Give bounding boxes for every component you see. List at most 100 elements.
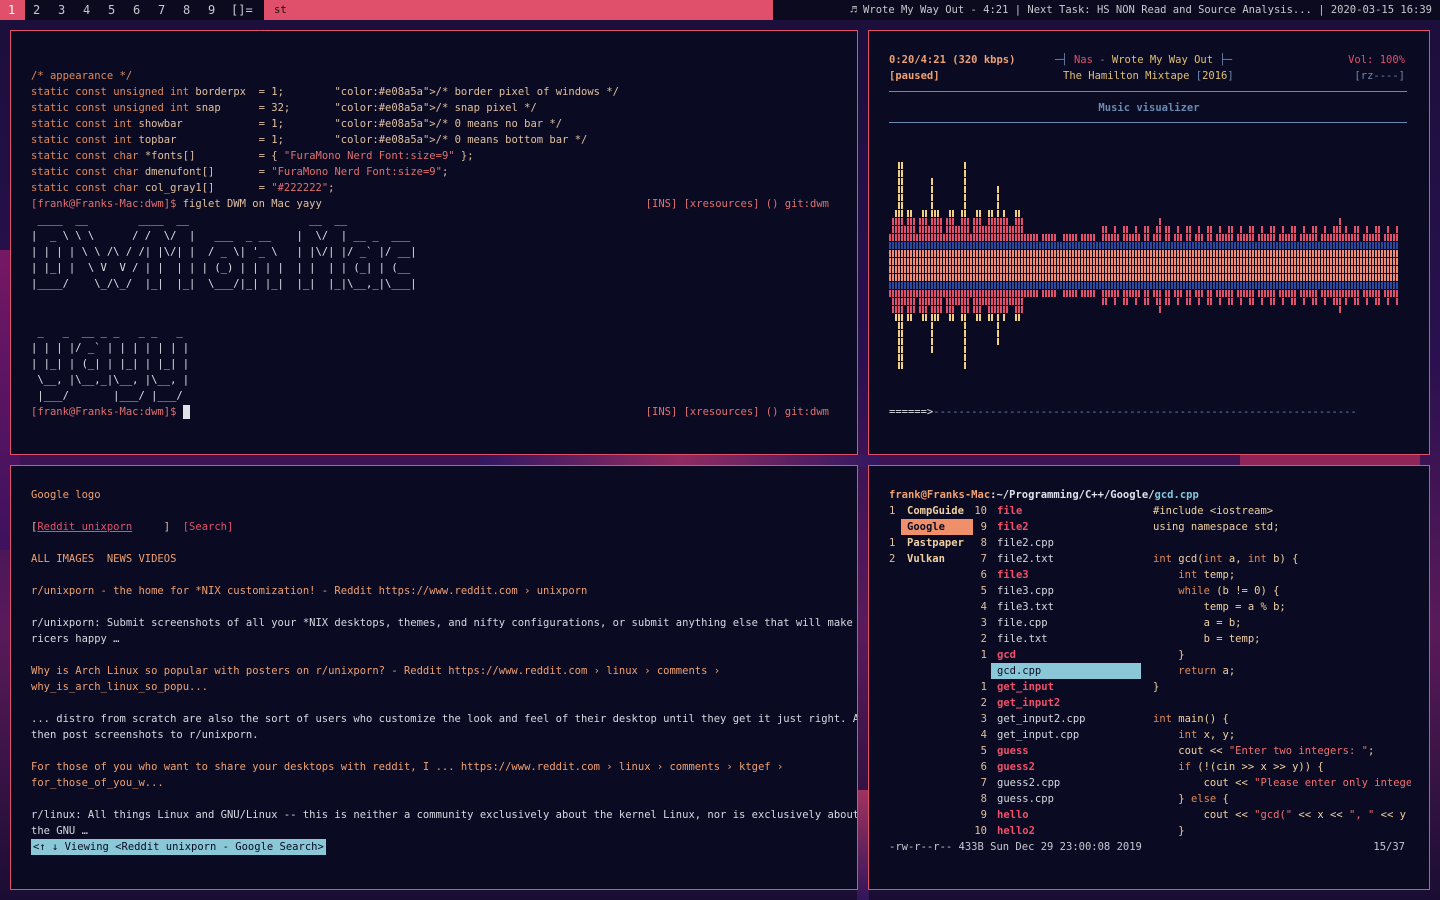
- visualizer-bar: [898, 186, 900, 193]
- visualizer-bar: [937, 210, 939, 217]
- file-item[interactable]: guess2.cpp: [997, 775, 1060, 791]
- file-item[interactable]: file3: [997, 567, 1029, 583]
- visualizer-bar: [931, 274, 933, 281]
- visualizer-bar: [1396, 290, 1398, 297]
- result-link[interactable]: For those of you who want to share your …: [31, 759, 783, 775]
- file-item[interactable]: file.txt: [997, 631, 1048, 647]
- visualizer-bar: [1003, 290, 1005, 297]
- visualizer-bar: [889, 234, 891, 241]
- file-item[interactable]: file: [997, 503, 1022, 519]
- visualizer-bar: [1045, 282, 1047, 289]
- file-item[interactable]: hello2: [997, 823, 1035, 839]
- visualizer-bar: [1285, 290, 1287, 297]
- file-item[interactable]: hello: [997, 807, 1029, 823]
- file-item[interactable]: file2.txt: [997, 551, 1054, 567]
- visualizer-bar: [1057, 282, 1059, 289]
- file-item[interactable]: file.cpp: [997, 615, 1048, 631]
- file-item[interactable]: get_input2.cpp: [997, 711, 1086, 727]
- visualizer-bar: [922, 258, 924, 265]
- visualizer-bar: [922, 226, 924, 233]
- terminal-pane[interactable]: /* appearance */static const unsigned in…: [10, 30, 858, 455]
- visualizer-bar: [1273, 282, 1275, 289]
- text-browser-pane[interactable]: Google logo [Reddit unixporn ] [Search] AL…: [10, 465, 858, 890]
- visualizer-bar: [1378, 226, 1380, 233]
- search-button[interactable]: [Search]: [183, 521, 234, 533]
- visualizer-bar: [1225, 242, 1227, 249]
- parent-dir-item[interactable]: Pastpaper: [907, 535, 964, 551]
- visualizer-bar: [991, 290, 993, 297]
- visualizer-bar: [1279, 250, 1281, 257]
- file-item[interactable]: file3.cpp: [997, 583, 1054, 599]
- workspace-tag-5[interactable]: 5: [100, 0, 125, 20]
- visualizer-bar: [1003, 298, 1005, 305]
- file-item[interactable]: file2: [997, 519, 1029, 535]
- parent-dir-item[interactable]: Google: [907, 519, 945, 535]
- workspace-tag-9[interactable]: 9: [200, 0, 225, 20]
- search-input[interactable]: Reddit unixporn: [37, 521, 132, 533]
- visualizer-bar: [1300, 266, 1302, 273]
- workspace-tag-2[interactable]: 2: [25, 0, 50, 20]
- search-nav-tabs[interactable]: ALL IMAGES NEWS VIDEOS: [31, 551, 176, 567]
- visualizer-bar: [976, 306, 978, 313]
- visualizer-bar: [1339, 298, 1341, 305]
- visualizer-bar: [1252, 298, 1254, 305]
- workspace-tag-7[interactable]: 7: [150, 0, 175, 20]
- file-item[interactable]: get_input.cpp: [997, 727, 1079, 743]
- workspace-tag-4[interactable]: 4: [75, 0, 100, 20]
- workspace-tag-3[interactable]: 3: [50, 0, 75, 20]
- visualizer-bar: [1039, 250, 1041, 257]
- visualizer-bar: [1075, 282, 1077, 289]
- visualizer-bar: [919, 306, 921, 313]
- workspace-tag-8[interactable]: 8: [175, 0, 200, 20]
- progress-bar[interactable]: ======>---------------------------------…: [889, 404, 1407, 420]
- music-player-pane[interactable]: 0:20/4:21 (320 kbps) [paused] ─┤ Nas - W…: [868, 30, 1430, 455]
- file-item[interactable]: gcd.cpp: [997, 663, 1041, 679]
- visualizer-bar: [1045, 234, 1047, 241]
- visualizer-bar: [1087, 274, 1089, 281]
- visualizer-bar: [1204, 266, 1206, 273]
- visualizer-bar: [1198, 282, 1200, 289]
- file-item[interactable]: get_input: [997, 679, 1054, 695]
- visualizer-bar: [1168, 266, 1170, 273]
- visualizer-bar: [1216, 282, 1218, 289]
- file-item[interactable]: file3.txt: [997, 599, 1054, 615]
- parent-dir-item[interactable]: Vulkan: [907, 551, 945, 567]
- visualizer-bar: [1135, 298, 1137, 305]
- visualizer-bar: [1096, 274, 1098, 281]
- visualizer-bar: [934, 258, 936, 265]
- visualizer-bar: [1000, 218, 1002, 225]
- visualizer-bar: [952, 298, 954, 305]
- parent-dir-item[interactable]: CompGuide: [907, 503, 964, 519]
- visualizer-bar: [922, 306, 924, 313]
- visualizer-bar: [1387, 266, 1389, 273]
- visualizer-bar: [1081, 266, 1083, 273]
- workspace-tag-1[interactable]: 1: [0, 0, 25, 20]
- file-item[interactable]: guess.cpp: [997, 791, 1054, 807]
- workspace-tag-6[interactable]: 6: [125, 0, 150, 20]
- visualizer-bar: [1000, 234, 1002, 241]
- figlet-art-line: | |_| | \ V V / | | | | | (_) | | | | | …: [31, 262, 411, 274]
- visualizer-bar: [1291, 242, 1293, 249]
- file-manager-pane[interactable]: frank@Franks-Mac:~/Programming/C++/Googl…: [868, 465, 1430, 890]
- visualizer-bar: [964, 218, 966, 225]
- visualizer-bar: [940, 218, 942, 225]
- file-item[interactable]: guess: [997, 743, 1029, 759]
- visualizer-bar: [1354, 266, 1356, 273]
- result-link[interactable]: for_those_of_you_w...: [31, 775, 164, 791]
- layout-indicator[interactable]: []=: [225, 3, 255, 17]
- visualizer-bar: [910, 210, 912, 217]
- visualizer-bar: [1318, 250, 1320, 257]
- visualizer-bar: [1156, 282, 1158, 289]
- file-item[interactable]: get_input2: [997, 695, 1060, 711]
- result-link[interactable]: r/unixporn - the home for *NIX customiza…: [31, 583, 587, 599]
- file-item[interactable]: gcd: [997, 647, 1016, 663]
- result-link[interactable]: Why is Arch Linux so popular with poster…: [31, 663, 720, 679]
- file-item[interactable]: file2.cpp: [997, 535, 1054, 551]
- result-link[interactable]: why_is_arch_linux_so_popu...: [31, 679, 208, 695]
- visualizer-bar: [1129, 250, 1131, 257]
- shell-prompt-current[interactable]: [frank@Franks-Mac:dwm]$: [31, 404, 190, 420]
- visualizer-bar: [1000, 258, 1002, 265]
- visualizer-bar: [1018, 282, 1020, 289]
- file-item[interactable]: guess2: [997, 759, 1035, 775]
- visualizer-bar: [1228, 290, 1230, 297]
